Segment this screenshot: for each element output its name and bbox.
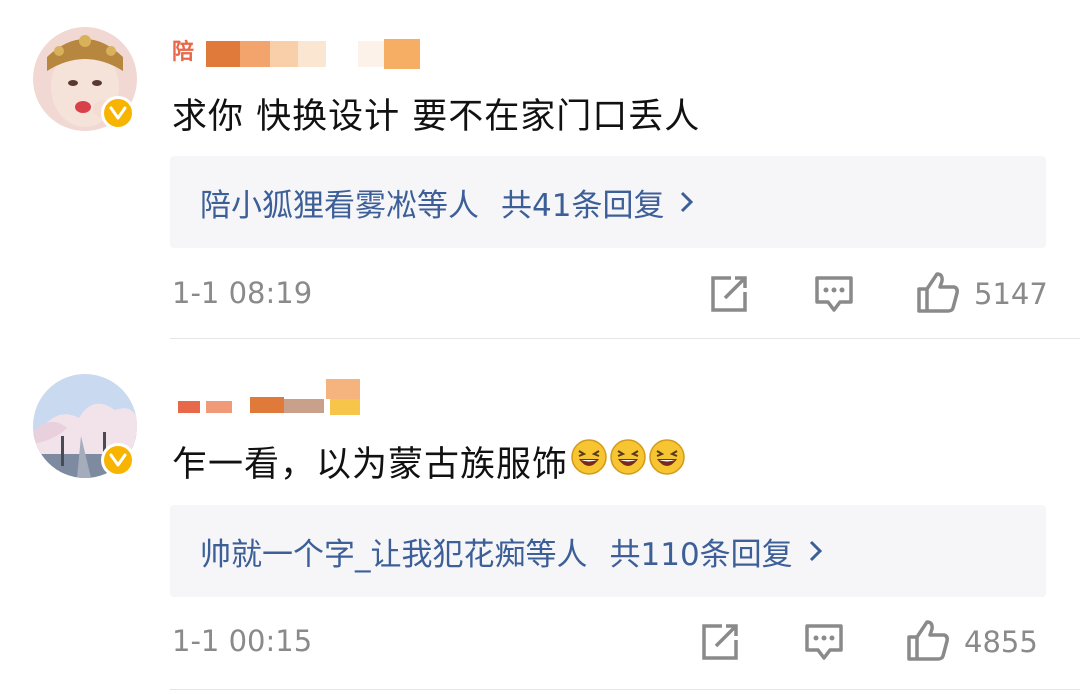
comment-timestamp: 1-1 00:15 xyxy=(172,624,313,658)
reply-preview[interactable]: 帅就一个字_让我犯花痴等人 共110条回复 xyxy=(170,505,1046,597)
thumbs-up-icon xyxy=(906,618,950,666)
comment-text: 乍一看，以为蒙古族服饰 xyxy=(172,436,685,487)
comment-text: 求你 快换设计 要不在家门口丢人 xyxy=(172,97,701,137)
username-redaction xyxy=(172,359,372,415)
laughing-emoji-icon xyxy=(610,439,646,484)
comment-text-content: 乍一看，以为蒙古族服饰 xyxy=(172,445,569,485)
reply-preview[interactable]: 陪小狐狸看雾凇等人 共41条回复 xyxy=(170,156,1046,248)
comment-icon xyxy=(814,274,854,318)
like-button[interactable]: 5147 xyxy=(916,270,1048,318)
like-button[interactable]: 4855 xyxy=(906,618,1038,666)
repost-button[interactable] xyxy=(700,622,740,666)
reply-count: 共110条回复 xyxy=(609,536,793,573)
thumbs-up-icon xyxy=(916,270,960,318)
repost-button[interactable] xyxy=(709,274,749,318)
reply-count: 共41条回复 xyxy=(501,187,665,224)
laughing-emoji-icon xyxy=(571,439,607,484)
like-count: 5147 xyxy=(974,277,1048,311)
comment-button[interactable] xyxy=(804,622,844,666)
username[interactable]: 陪 xyxy=(172,34,422,69)
username-text: 陪 xyxy=(172,40,195,65)
repost-icon xyxy=(709,274,749,318)
comment-icon xyxy=(804,622,844,666)
verified-badge-icon xyxy=(101,96,135,130)
chevron-right-icon xyxy=(809,539,823,563)
chevron-right-icon xyxy=(680,190,694,214)
reply-users: 陪小狐狸看雾凇等人 xyxy=(200,187,479,224)
username-redaction xyxy=(206,37,422,69)
comment-button[interactable] xyxy=(814,274,854,318)
repost-icon xyxy=(700,622,740,666)
divider xyxy=(170,689,1080,690)
reply-users: 帅就一个字_让我犯花痴等人 xyxy=(200,536,588,573)
comment-timestamp: 1-1 08:19 xyxy=(172,276,313,310)
divider xyxy=(170,338,1080,339)
like-count: 4855 xyxy=(964,625,1038,659)
username[interactable] xyxy=(172,359,372,415)
verified-badge-icon xyxy=(101,443,135,477)
laughing-emoji-icon xyxy=(649,439,685,484)
